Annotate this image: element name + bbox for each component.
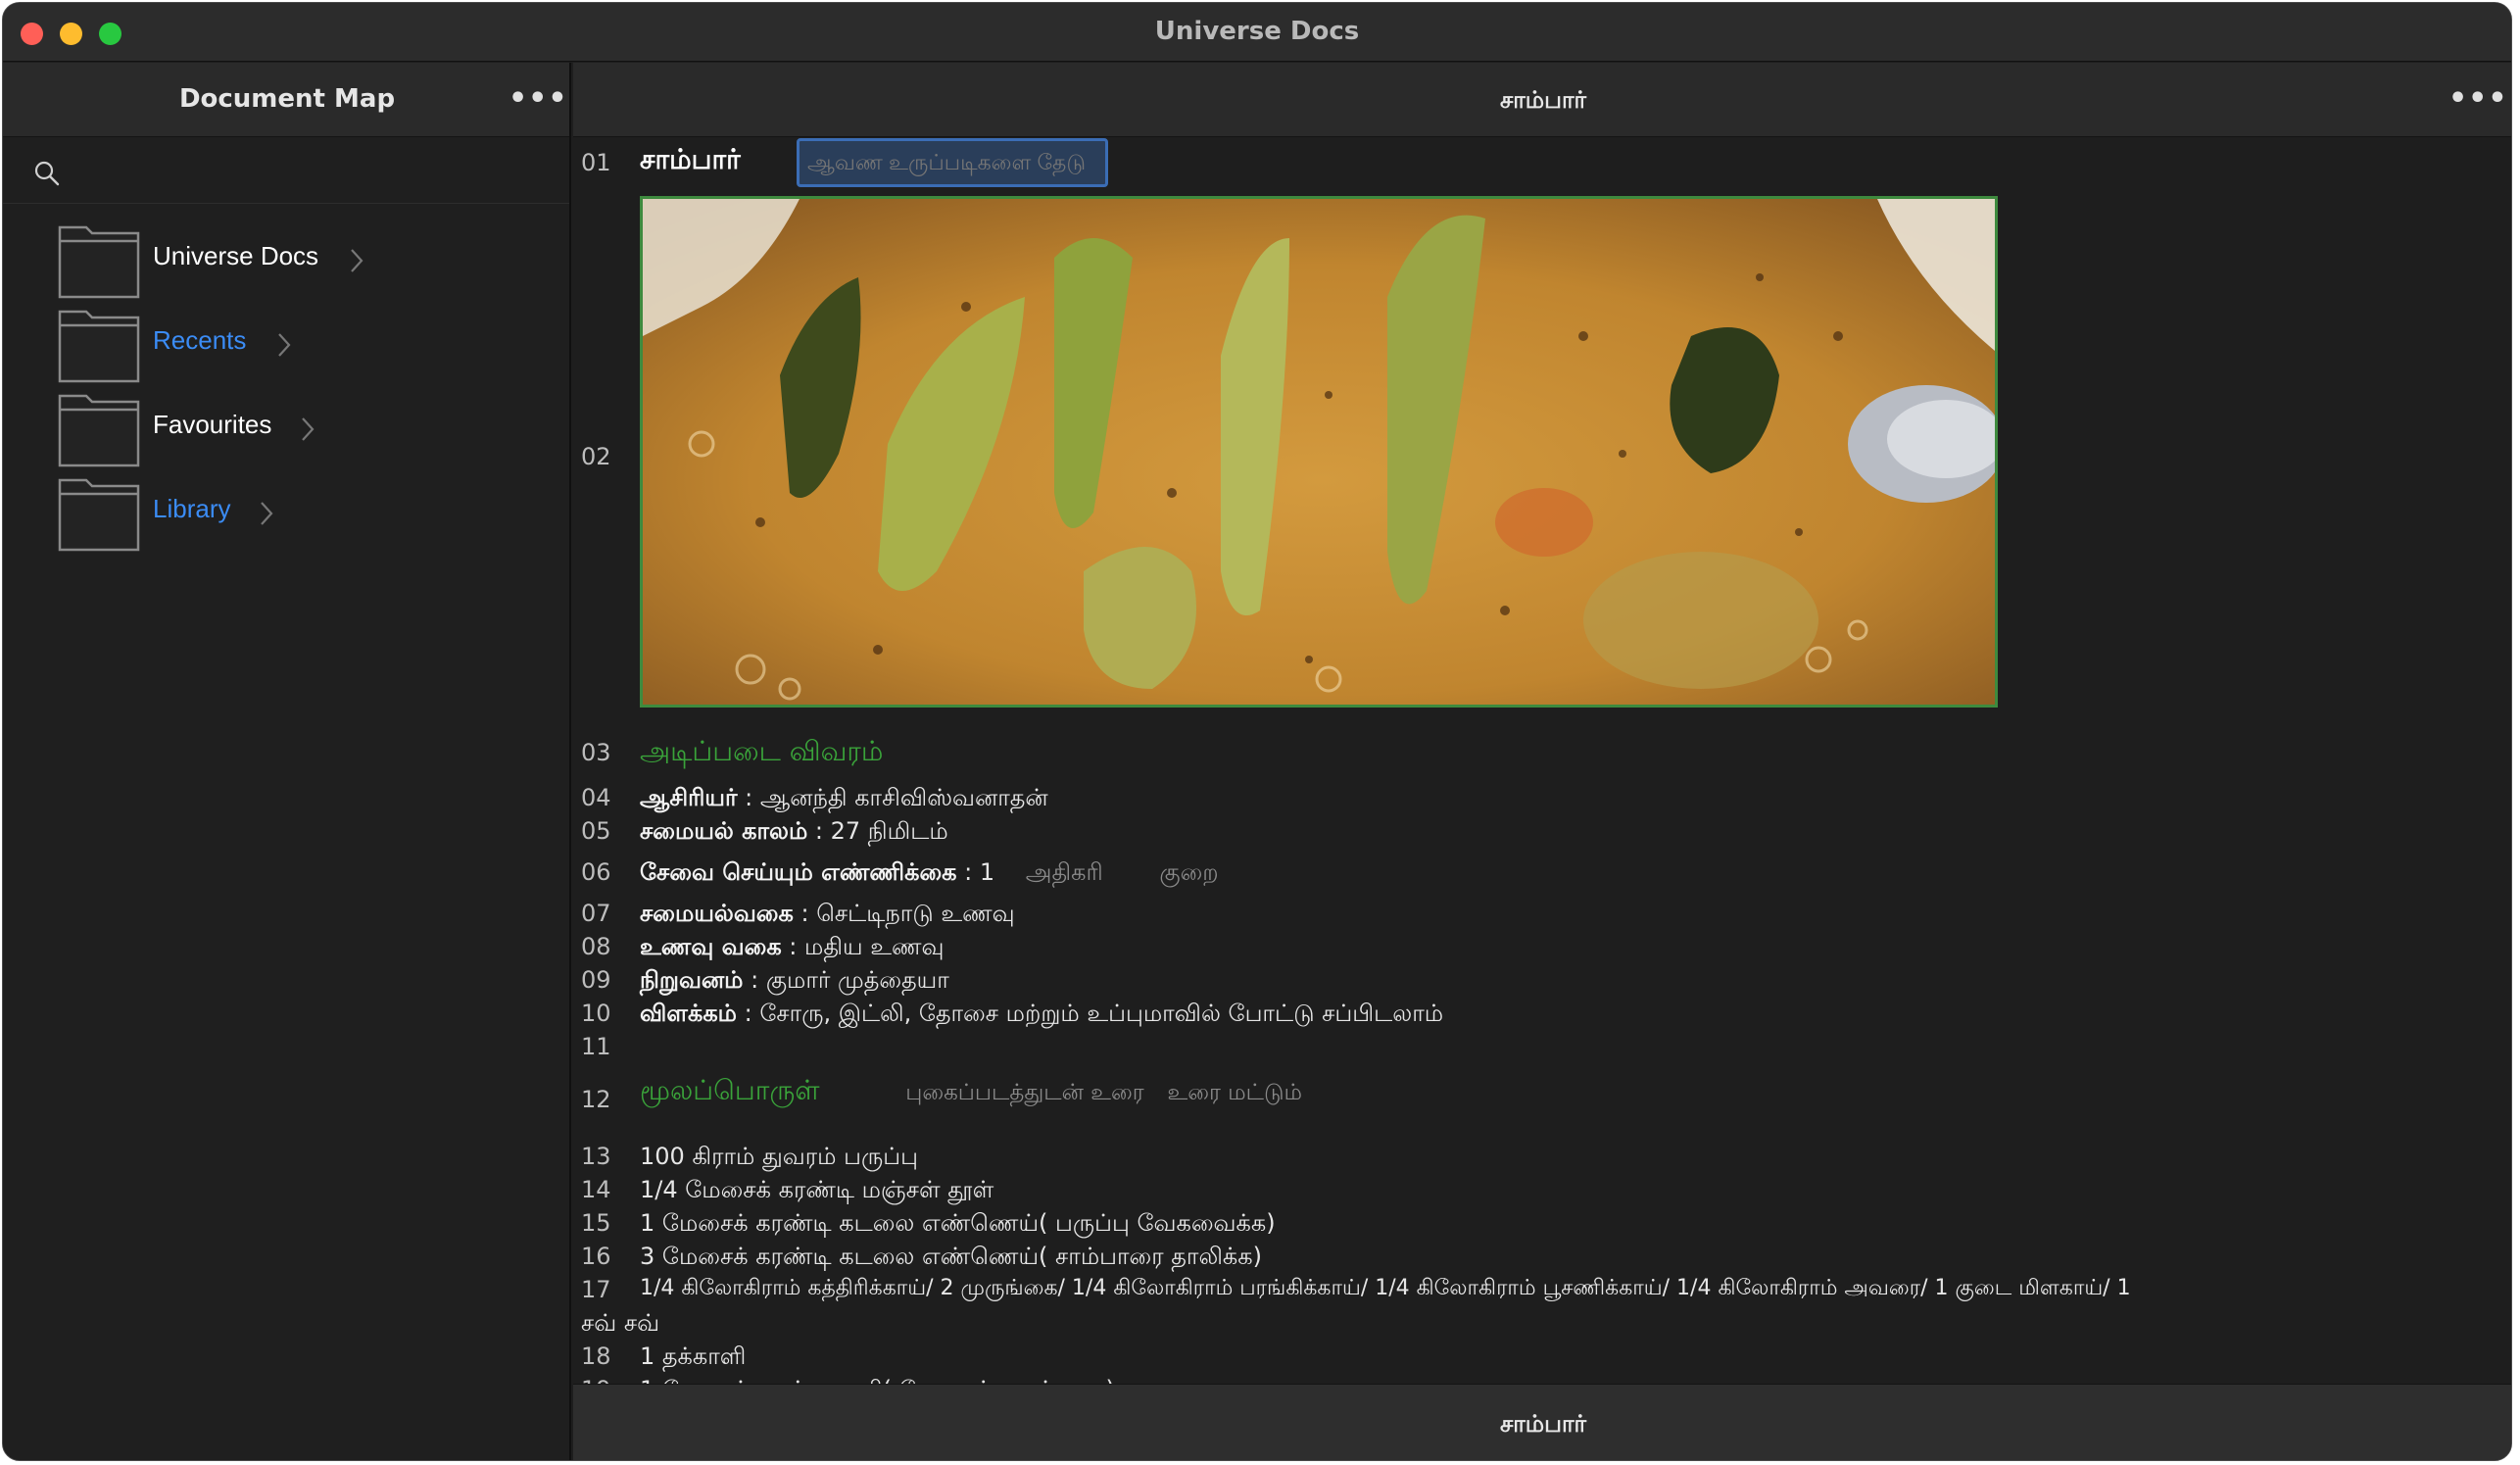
recipe-title-row: சாம்பார்	[640, 143, 741, 179]
sidebar-title: Document Map	[178, 84, 396, 114]
line-number: 13	[581, 1143, 611, 1170]
sidebar-item-universe-docs[interactable]: Universe Docs	[57, 221, 547, 300]
line-number: 03	[581, 739, 611, 766]
line-number: 19	[581, 1376, 611, 1384]
recipe-title: சாம்பார்	[640, 143, 741, 175]
folder-icon	[58, 478, 140, 552]
ingredient-item: 1 மேசைக் கரண்டி கடலை எண்ணெய்( பருப்பு வே…	[640, 1209, 1276, 1237]
search-icon	[34, 161, 60, 186]
detail-value: ஆனந்தி காசிவிஸ்வனாதன்	[759, 784, 1048, 811]
ingredient-item: 3 மேசைக் கரண்டி கடலை எண்ணெய்( சாம்பாரை த…	[640, 1243, 1262, 1270]
line-number: 14	[581, 1176, 611, 1203]
sidebar-item-favourites[interactable]: Favourites	[57, 390, 547, 468]
line-number: 10	[581, 1000, 611, 1027]
detail-company: நிறுவனம் : குமார் முத்தையா	[640, 966, 949, 994]
section-heading: மூலப்பொருள்	[640, 1074, 820, 1106]
line-number: 06	[581, 858, 611, 886]
window-title: Universe Docs	[1154, 17, 1360, 46]
document-footer: சாம்பார்	[573, 1384, 2511, 1460]
detail-label: சமையல்வகை	[640, 900, 794, 927]
detail-value: 27 நிமிடம்	[830, 817, 948, 845]
ingredient-item: 100 கிராம் துவரம் பருப்பு	[640, 1143, 918, 1170]
detail-value: செட்டிநாடு உணவு	[816, 900, 1015, 927]
ingredient-search-input[interactable]	[797, 138, 1108, 187]
detail-description: விளக்கம் : சோரு, இட்லி, தோசை மற்றும் உப்…	[640, 1000, 1444, 1027]
line-number: 04	[581, 784, 611, 811]
chevron-right-icon	[302, 417, 315, 441]
folder-icon	[58, 394, 140, 467]
sidebar-item-label: Universe Docs	[153, 241, 319, 270]
footer-title: சாம்பார்	[1499, 1410, 1587, 1438]
line-number: 15	[581, 1209, 611, 1237]
detail-value: குமார் முத்தையா	[765, 966, 949, 994]
document-pane: சாம்பார் ••• 01 02 03 04 05 06 07 08 09 …	[573, 63, 2511, 1460]
detail-label: விளக்கம்	[640, 1000, 737, 1027]
ingredient-item: 1 மேசைக் கரண்டி புளி( தேவைக்கு ஏற்றபடி)	[640, 1376, 1115, 1384]
app-window: Universe Docs Document Map ••• Universe …	[2, 2, 2512, 1461]
line-number: 12	[581, 1086, 611, 1113]
ingredient-item: 1/4 கிலோகிராம் கத்திரிக்காய்/ 2 முருங்கை…	[640, 1276, 2131, 1300]
detail-label: சமையல் காலம்	[640, 817, 808, 845]
line-number: 01	[581, 149, 611, 176]
line-number: 09	[581, 966, 611, 994]
chevron-right-icon	[351, 249, 363, 272]
ingredient-item: 1/4 மேசைக் கரண்டி மஞ்சள் தூள்	[640, 1176, 994, 1203]
ingredients-with-photo-option[interactable]: புகைப்படத்துடன் உரை	[905, 1080, 1144, 1105]
line-number: 16	[581, 1243, 611, 1270]
chevron-right-icon	[261, 502, 273, 525]
sambar-photo-illustration	[643, 199, 1995, 705]
chevron-right-icon	[278, 333, 291, 357]
detail-servings: சேவை செய்யும் எண்ணிக்கை : 1 அதிகரி குறை	[640, 858, 1219, 886]
section-ingredients: மூலப்பொருள் புகைப்படத்துடன் உரை உரை மட்ட…	[640, 1074, 1302, 1110]
detail-value: சோரு, இட்லி, தோசை மற்றும் உப்புமாவில் போ…	[759, 1000, 1444, 1027]
sidebar-item-recents[interactable]: Recents	[57, 306, 547, 384]
ingredient-item: 1 தக்காளி	[640, 1343, 747, 1370]
detail-course: உணவு வகை : மதிய உணவு	[640, 933, 945, 960]
line-number: 07	[581, 900, 611, 927]
section-heading: அடிப்படை விவரம்	[640, 735, 884, 767]
sidebar-item-label: Favourites	[153, 410, 272, 439]
servings-decrease-button[interactable]: குறை	[1159, 858, 1218, 886]
document-title: சாம்பார்	[1499, 86, 1587, 114]
recipe-photo	[640, 196, 1998, 708]
document-header: சாம்பார் •••	[573, 63, 2511, 137]
sidebar-item-label: Library	[153, 494, 231, 523]
detail-label: சேவை செய்யும் எண்ணிக்கை	[640, 858, 957, 886]
line-number: 08	[581, 933, 611, 960]
line-number: 02	[581, 443, 611, 470]
servings-increase-button[interactable]: அதிகரி	[1026, 858, 1103, 886]
detail-value: 1	[979, 858, 995, 886]
line-number: 11	[581, 1033, 611, 1060]
line-number: 18	[581, 1343, 611, 1370]
sidebar-more-button[interactable]: •••	[509, 84, 568, 114]
ingredient-item-wrap: சவ் சவ்	[581, 1309, 660, 1337]
line-number: 17	[581, 1276, 611, 1303]
detail-cook-time: சமையல் காலம் : 27 நிமிடம்	[640, 817, 948, 845]
sidebar-search	[3, 137, 569, 204]
folder-icon	[58, 225, 140, 299]
detail-author: ஆசிரியர் : ஆனந்தி காசிவிஸ்வனாதன்	[640, 784, 1048, 811]
ingredients-text-only-option[interactable]: உரை மட்டும்	[1167, 1080, 1302, 1105]
document-body[interactable]: 01 02 03 04 05 06 07 08 09 10 11 12 13 1…	[573, 137, 2511, 1384]
sidebar-item-library[interactable]: Library	[57, 474, 547, 553]
sidebar-search-input[interactable]	[73, 151, 544, 190]
detail-cuisine: சமையல்வகை : செட்டிநாடு உணவு	[640, 900, 1015, 927]
detail-label: ஆசிரியர்	[640, 784, 738, 811]
document-more-button[interactable]: •••	[2448, 84, 2508, 114]
detail-label: நிறுவனம்	[640, 966, 744, 994]
sidebar-item-label: Recents	[153, 325, 247, 355]
detail-value: மதிய உணவு	[804, 933, 945, 960]
sidebar-header: Document Map •••	[3, 63, 569, 137]
sidebar: Document Map ••• Universe Docs Recents F…	[3, 63, 571, 1460]
detail-label: உணவு வகை	[640, 933, 782, 960]
line-number: 05	[581, 817, 611, 845]
section-basic-details: அடிப்படை விவரம்	[640, 735, 883, 771]
folder-icon	[58, 310, 140, 383]
title-bar: Universe Docs	[3, 3, 2511, 62]
